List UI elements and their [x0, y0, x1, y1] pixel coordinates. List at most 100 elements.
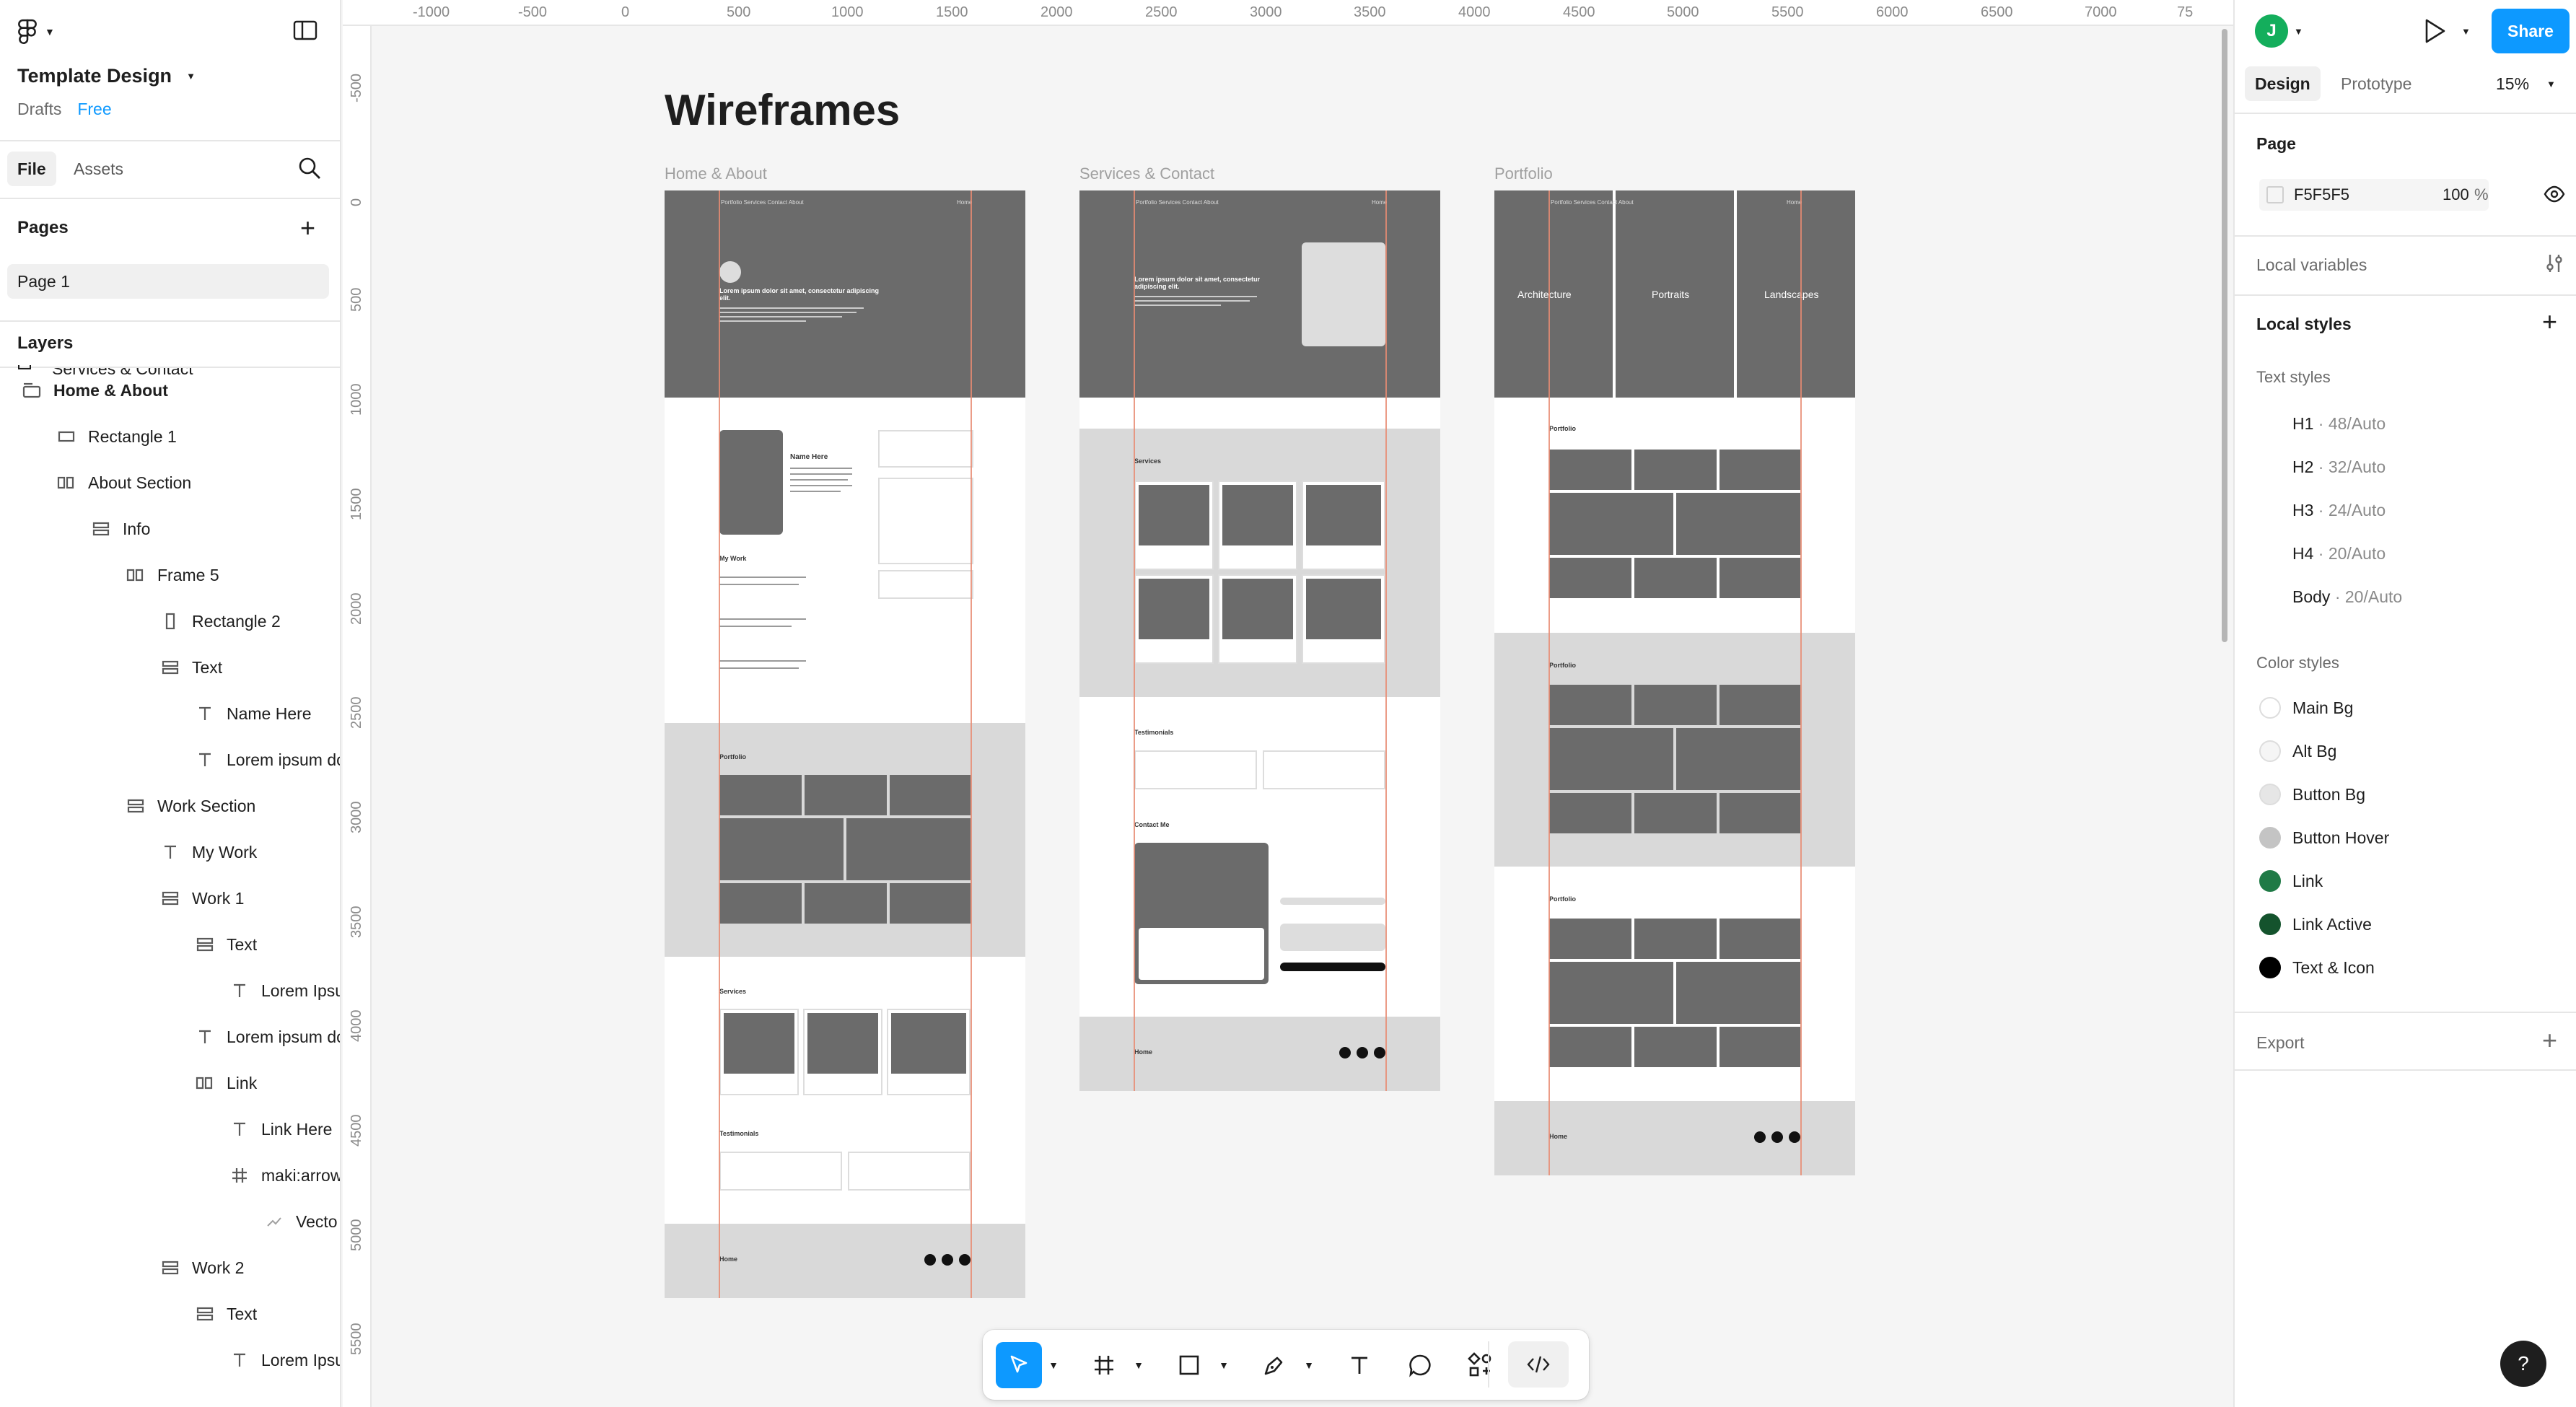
shape-tool-menu[interactable]: ▼ [1217, 1342, 1231, 1388]
text-style-name: H2 [2292, 457, 2314, 476]
frame-tool-button[interactable] [1081, 1342, 1127, 1388]
comment-tool-button[interactable] [1397, 1342, 1443, 1388]
frame-services-contact[interactable]: Portfolio Services Contact About Home Lo… [1079, 190, 1440, 1091]
frame-portfolio[interactable]: Portfolio Services Contact About Home Ar… [1494, 190, 1855, 1175]
layer-item[interactable]: Rectangle 2 [156, 598, 281, 644]
move-tool-menu[interactable]: ▼ [1046, 1342, 1061, 1388]
text-style-item[interactable]: H3 · 24/Auto [2292, 501, 2386, 520]
ruler-tick-label: 2000 [1041, 4, 1073, 20]
layer-item[interactable]: Lorem Ipsu [225, 1337, 340, 1383]
tab-assets[interactable]: Assets [74, 152, 123, 186]
ruler-tick-label: 3500 [349, 906, 364, 939]
add-style-button[interactable]: + [2542, 309, 2557, 335]
color-style-name[interactable]: Link Active [2292, 915, 2372, 934]
layer-item[interactable]: Text [190, 1291, 257, 1337]
color-swatch[interactable] [2259, 784, 2281, 805]
frame-label-services-contact[interactable]: Services & Contact [1079, 165, 1214, 183]
add-page-button[interactable]: + [300, 215, 315, 241]
actions-button[interactable] [1458, 1342, 1504, 1388]
visibility-toggle[interactable] [2544, 185, 2565, 207]
color-swatch[interactable] [2259, 697, 2281, 719]
page-item-page-1[interactable]: Page 1 [7, 264, 329, 299]
frame-home-about[interactable]: Portfolio Services Contact About Home Lo… [665, 190, 1025, 1298]
layer-item[interactable]: Frame 5 [121, 552, 219, 598]
color-swatch[interactable] [2259, 827, 2281, 849]
frame-label-portfolio[interactable]: Portfolio [1494, 165, 1553, 183]
layer-item[interactable]: About Section [52, 460, 191, 506]
file-name-button[interactable]: Template Design ▼ [17, 65, 196, 87]
share-button[interactable]: Share [2492, 9, 2570, 53]
search-button[interactable] [297, 156, 322, 184]
color-style-name[interactable]: Button Hover [2292, 828, 2389, 848]
main-menu-button[interactable]: ▼ [17, 19, 55, 45]
text-style-item[interactable]: Body · 20/Auto [2292, 587, 2402, 607]
plus-icon: + [2542, 1025, 2558, 1055]
shape-tool-button[interactable] [1166, 1342, 1212, 1388]
layer-item[interactable]: Lorem Ipsu [225, 968, 340, 1014]
layer-item[interactable]: Work 2 [156, 1245, 244, 1291]
color-style-name[interactable]: Text & Icon [2292, 958, 2375, 978]
color-swatch[interactable] [2266, 186, 2284, 203]
chevron-down-icon[interactable]: ▼ [2294, 26, 2303, 37]
layer-item[interactable]: Link Here [225, 1106, 332, 1152]
tab-file[interactable]: File [7, 152, 56, 186]
color-style-name[interactable]: Button Bg [2292, 785, 2365, 805]
layer-item[interactable]: Rectangle 1 [52, 413, 177, 460]
layer-item[interactable]: Lorem ipsum do [190, 737, 340, 783]
footer-home: Home [1549, 1133, 1568, 1140]
color-swatch[interactable] [2259, 957, 2281, 978]
drafts-location[interactable]: Drafts [17, 100, 61, 119]
layer-item[interactable]: maki:arrow [225, 1152, 340, 1198]
layer-item[interactable]: Link [190, 1060, 257, 1106]
tab-prototype[interactable]: Prototype [2341, 66, 2411, 101]
chevron-down-icon[interactable]: ▼ [2461, 26, 2471, 37]
text-style-spec: 20/Auto [2344, 587, 2403, 606]
tab-design[interactable]: Design [2245, 66, 2321, 101]
canvas-scrollbar[interactable] [2222, 29, 2227, 642]
frame-icon [1095, 1355, 1113, 1375]
color-swatch[interactable] [2259, 740, 2281, 762]
color-style-name[interactable]: Main Bg [2292, 698, 2353, 718]
pen-tool-button[interactable] [1251, 1342, 1297, 1388]
autolayout-h-icon [121, 561, 150, 589]
layer-item[interactable]: Vecto [260, 1198, 338, 1245]
layer-item[interactable]: Text [190, 921, 257, 968]
open-variables-button[interactable] [2544, 253, 2565, 278]
panel-toggle-button[interactable] [293, 20, 317, 44]
frame-label-home-about[interactable]: Home & About [665, 165, 767, 183]
page-bg-field[interactable]: F5F5F5 100 % [2259, 179, 2489, 211]
education-card [878, 570, 973, 599]
export-label[interactable]: Export [2256, 1033, 2304, 1053]
zoom-dropdown[interactable]: 15% ▼ [2496, 66, 2556, 101]
portfolio-text: Portfolio [1549, 425, 1576, 432]
dev-mode-toggle[interactable] [1508, 1341, 1569, 1388]
text-style-item[interactable]: H1 · 48/Auto [2292, 414, 2386, 434]
plan-badge[interactable]: Free [77, 100, 111, 119]
text-style-item[interactable]: H4 · 20/Auto [2292, 544, 2386, 564]
layer-item[interactable]: Home & About [17, 367, 168, 413]
add-export-button[interactable]: + [2542, 1027, 2557, 1053]
pen-tool-menu[interactable]: ▼ [1302, 1342, 1316, 1388]
help-button[interactable]: ? [2500, 1341, 2546, 1387]
text-tool-button[interactable] [1336, 1342, 1383, 1388]
plus-icon: + [2542, 307, 2558, 336]
local-variables-label[interactable]: Local variables [2256, 255, 2367, 275]
frame-tool-menu[interactable]: ▼ [1131, 1342, 1146, 1388]
color-swatch[interactable] [2259, 870, 2281, 892]
color-style-name[interactable]: Link [2292, 872, 2323, 891]
color-swatch[interactable] [2259, 913, 2281, 935]
user-avatar[interactable]: J [2255, 14, 2288, 48]
canvas[interactable]: -1000 -500 0 500 1000 1500 2000 2500 3000 3500 400… [343, 0, 2233, 1407]
layer-item[interactable]: Work Section [121, 783, 255, 829]
layer-item[interactable]: Work 1 [156, 875, 244, 921]
present-button[interactable] [2422, 17, 2447, 48]
layer-item[interactable]: Text [156, 644, 222, 691]
layer-item[interactable]: Info [87, 506, 150, 552]
color-style-name[interactable]: Alt Bg [2292, 742, 2336, 761]
layer-item[interactable]: Lorem ipsum do [190, 1014, 340, 1060]
move-tool-button[interactable] [996, 1341, 1042, 1388]
layer-name: My Work [192, 842, 258, 862]
layer-item[interactable]: My Work [156, 829, 257, 875]
layer-item[interactable]: Name Here [190, 691, 312, 737]
text-style-item[interactable]: H2 · 32/Auto [2292, 457, 2386, 477]
